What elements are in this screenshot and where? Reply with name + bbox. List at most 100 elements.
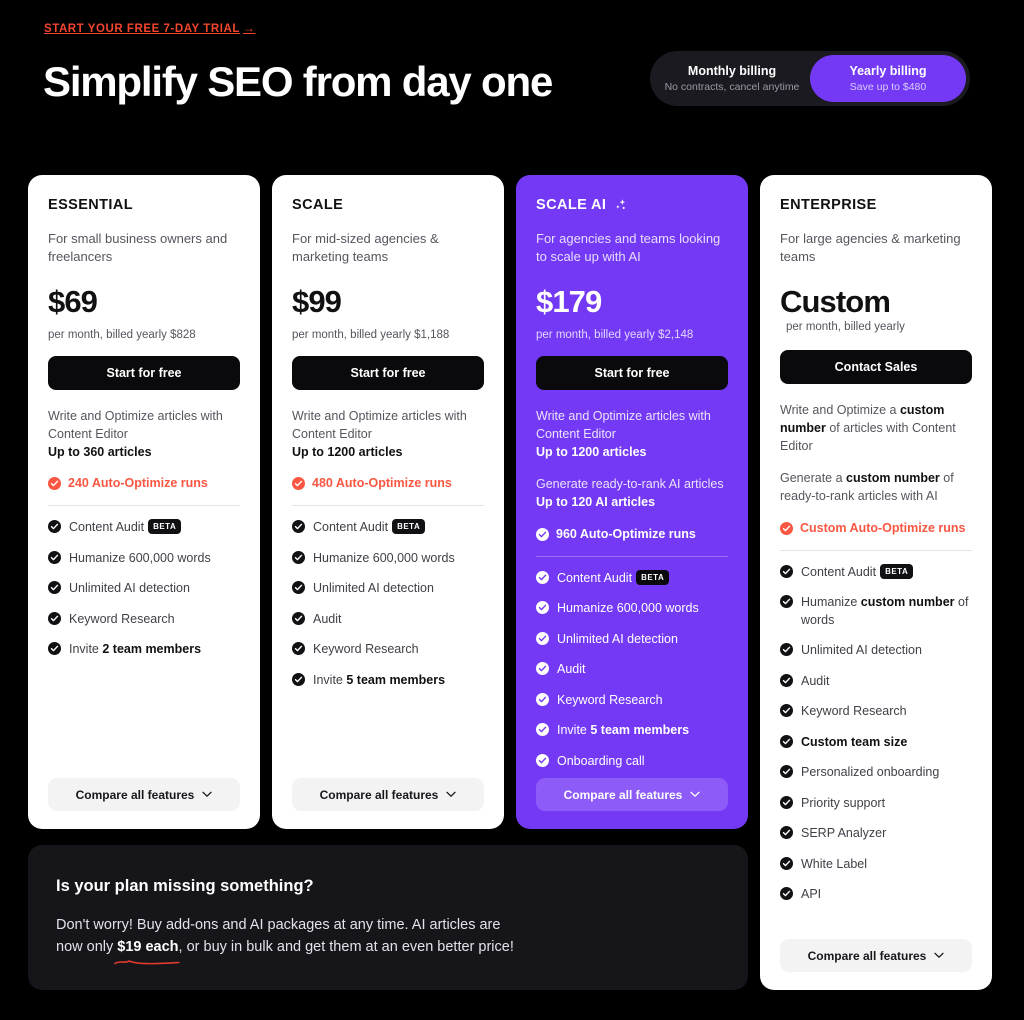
plan-name-label: ESSENTIAL	[48, 197, 133, 213]
feature-item: Invite 5 team members	[536, 722, 728, 740]
plan-highlight-label: 240 Auto-Optimize runs	[68, 476, 208, 491]
chevron-down-icon	[690, 791, 701, 797]
feature-label: Priority support	[801, 795, 886, 810]
beta-badge: BETA	[636, 569, 670, 585]
check-circle-icon	[292, 581, 305, 595]
compare-features-button[interactable]: Compare all features	[48, 778, 240, 811]
plan-desc-pre: Generate a	[780, 471, 847, 486]
feature-item: Keyword Research	[536, 692, 728, 710]
check-circle-icon	[780, 673, 793, 687]
check-circle-icon	[48, 581, 61, 595]
plan-name: ESSENTIAL	[48, 197, 240, 213]
plan-desc-bold: Up to 360 articles	[48, 445, 152, 460]
pricing-card-scale-ai: SCALE AI For agencies and teams looking …	[516, 175, 748, 829]
plan-price-note: per month, billed yearly $828	[48, 328, 196, 341]
plan-description: For small business owners and freelancer…	[48, 231, 228, 265]
promo-line-2-post: , or buy in bulk and get them at an even…	[178, 939, 514, 956]
plan-description: For mid-sized agencies & marketing teams	[292, 231, 439, 265]
pricing-card-essential: ESSENTIAL For small business owners and …	[28, 175, 260, 829]
billing-option-yearly[interactable]: Yearly billing Save up to $480	[810, 55, 966, 102]
plan-desc-bold: Up to 1200 articles	[536, 445, 647, 460]
feature-item: Personalized onboarding	[780, 764, 972, 782]
plan-price-note: per month, billed yearly $1,188	[292, 328, 450, 341]
feature-label: Keyword Research	[313, 642, 419, 657]
plan-desc-block: Write and Optimize articles with Content…	[48, 407, 240, 461]
plan-name-label: SCALE AI	[536, 197, 607, 213]
feature-item: Invite 5 team members	[292, 672, 484, 690]
cta-button[interactable]: Start for free	[292, 355, 484, 390]
feature-item: Audit	[292, 611, 484, 629]
free-trial-link[interactable]: START YOUR FREE 7-DAY TRIAL →	[44, 21, 255, 35]
check-circle-icon	[292, 642, 305, 656]
chevron-down-icon	[446, 791, 457, 797]
promo-body: Don't worry! Buy add-ons and AI packages…	[56, 914, 720, 965]
promo-line-2-pre: now only	[56, 939, 118, 956]
divider	[48, 505, 240, 507]
feature-label: White Label	[801, 856, 868, 871]
check-circle-icon	[536, 723, 549, 737]
feature-label: Content Audit	[69, 520, 145, 535]
plan-price: $69	[48, 283, 98, 319]
feature-item: Custom team size	[780, 734, 972, 752]
plan-price: Custom	[780, 283, 891, 319]
cta-button[interactable]: Contact Sales	[780, 349, 972, 384]
plan-desc-pre: Write and Optimize a	[780, 402, 900, 417]
compare-features-button[interactable]: Compare all features	[536, 778, 728, 811]
cta-button[interactable]: Start for free	[536, 355, 728, 390]
feature-list: Content Audit BETA Humanize 600,000 words…	[292, 519, 484, 689]
check-circle-icon	[292, 550, 305, 564]
plan-name-label: ENTERPRISE	[780, 197, 877, 213]
check-circle-icon	[48, 611, 61, 625]
feature-label: Audit	[801, 673, 830, 688]
plan-price-block: $179 per month, billed yearly $2,148	[536, 286, 728, 341]
compare-features-button[interactable]: Compare all features	[780, 939, 972, 972]
billing-option-monthly[interactable]: Monthly billing No contracts, cancel any…	[654, 55, 810, 102]
plan-desc-text: Write and Optimize articles with Content…	[48, 408, 223, 442]
yearly-billing-sublabel: Save up to $480	[849, 80, 927, 93]
feature-label: Invite	[69, 642, 103, 657]
plan-highlight-label: Custom Auto-Optimize runs	[800, 520, 966, 535]
plan-highlight: 960 Auto-Optimize runs	[536, 527, 728, 541]
plan-price: $99	[292, 283, 342, 319]
check-circle-icon	[780, 887, 793, 901]
billing-toggle[interactable]: Monthly billing No contracts, cancel any…	[650, 51, 970, 106]
feature-label-bold: custom number	[860, 595, 955, 610]
feature-label: Keyword Research	[557, 692, 663, 707]
plan-desc-text: Generate ready-to-rank AI articles	[536, 477, 724, 492]
plan-price-note: per month, billed yearly	[786, 320, 905, 333]
plan-price-block: Customper month, billed yearly	[780, 286, 972, 335]
feature-item: Unlimited AI detection	[536, 631, 728, 649]
feature-item: Content Audit BETA	[780, 563, 972, 582]
plan-price: $179	[536, 283, 602, 319]
cta-button[interactable]: Start for free	[48, 355, 240, 390]
feature-label-pre: Humanize	[801, 595, 861, 610]
plan-description: For large agencies & marketing teams	[780, 231, 961, 265]
check-circle-icon	[780, 826, 793, 840]
feature-label: SERP Analyzer	[801, 826, 887, 841]
feature-label: Content Audit	[313, 520, 389, 535]
feature-label: Unlimited AI detection	[69, 581, 190, 596]
beta-badge: BETA	[148, 519, 182, 535]
plan-desc-block: Generate ready-to-rank AI articles Up to…	[536, 475, 728, 511]
plan-desc-text: Write and Optimize articles with Content…	[536, 408, 711, 442]
compare-features-label: Compare all features	[319, 787, 439, 802]
yearly-billing-label: Yearly billing	[849, 64, 927, 79]
divider	[292, 505, 484, 507]
feature-item: Priority support	[780, 795, 972, 813]
feature-list: Content Audit BETA Humanize custom number…	[780, 563, 972, 904]
feature-list: Content Audit BETA Humanize 600,000 words…	[48, 519, 240, 659]
promo-price-highlight: $19 each	[114, 939, 181, 965]
feature-item: Content Audit BETA	[536, 569, 728, 588]
check-circle-icon	[292, 477, 305, 491]
beta-badge: BETA	[880, 563, 914, 579]
feature-item: Content Audit BETA	[48, 519, 240, 537]
feature-label: Humanize 600,000 words	[69, 550, 211, 565]
feature-item: API	[780, 886, 972, 904]
addon-promo-box: Is your plan missing something? Don't wo…	[28, 845, 748, 990]
plan-highlight-label: 960 Auto-Optimize runs	[556, 526, 696, 541]
check-circle-icon	[780, 643, 793, 657]
plan-highlight: 480 Auto-Optimize runs	[292, 476, 484, 491]
compare-features-button[interactable]: Compare all features	[292, 778, 484, 811]
feature-item: Keyword Research	[292, 641, 484, 659]
check-circle-icon	[780, 521, 793, 535]
